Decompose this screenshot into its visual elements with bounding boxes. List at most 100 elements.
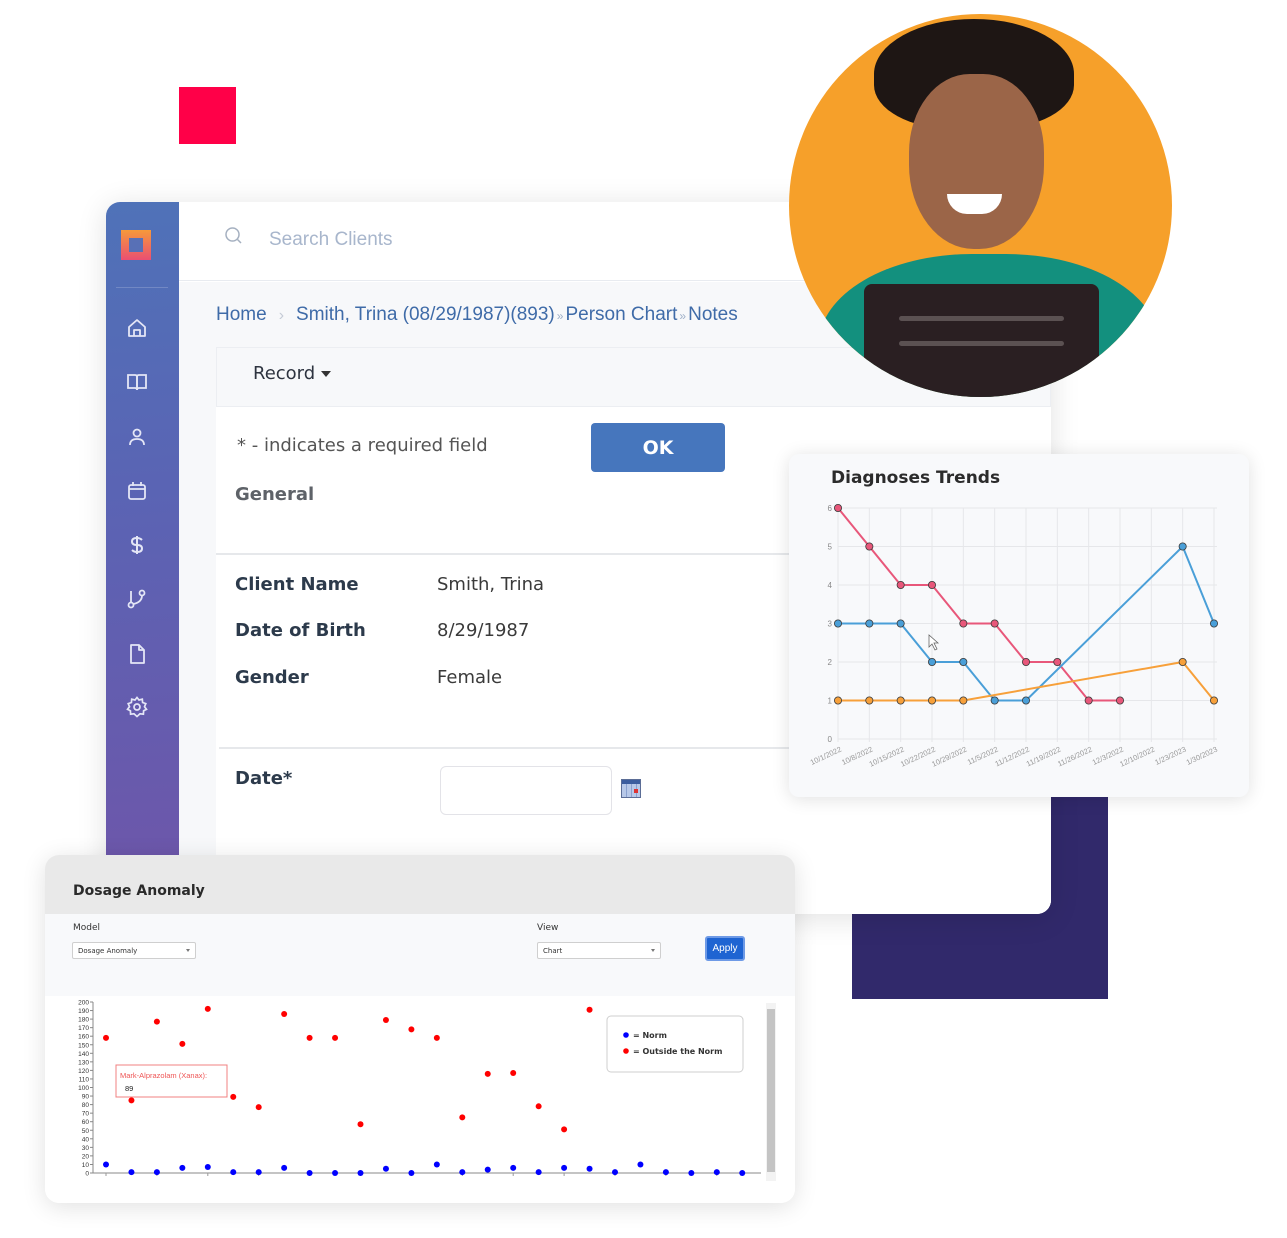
- y-tick-label: 1: [828, 697, 833, 706]
- breadcrumb-home[interactable]: Home: [216, 304, 267, 325]
- book-icon[interactable]: [125, 370, 149, 394]
- dollar-icon[interactable]: [125, 533, 149, 557]
- norm-point: [586, 1165, 593, 1172]
- record-dropdown[interactable]: Record: [253, 363, 332, 384]
- outside-norm-point: [433, 1034, 440, 1041]
- x-tick-label: 11/19/2022: [1025, 745, 1062, 769]
- data-point-orange: [959, 696, 968, 705]
- norm-point: [459, 1169, 466, 1176]
- outside-norm-point: [459, 1114, 466, 1121]
- data-point-blue: [896, 619, 905, 628]
- y-tick-label: 180: [78, 1017, 89, 1024]
- user-icon[interactable]: [125, 425, 149, 449]
- data-point-blue: [927, 657, 936, 666]
- y-tick-label: 30: [82, 1145, 90, 1152]
- home-icon[interactable]: [125, 316, 149, 340]
- series-line-pink: [837, 507, 1120, 702]
- norm-point: [382, 1165, 389, 1172]
- norm-point: [204, 1164, 211, 1171]
- date-input[interactable]: [440, 766, 612, 815]
- outside-norm-point: [408, 1026, 415, 1033]
- tablet-strap: [899, 341, 1064, 346]
- chart-scrollbar[interactable]: [766, 1003, 776, 1181]
- photo-tablet: [864, 284, 1099, 397]
- norm-point: [433, 1161, 440, 1168]
- data-point-pink: [1021, 657, 1030, 666]
- data-point-pink: [865, 542, 874, 551]
- calendar-icon[interactable]: [125, 479, 149, 503]
- decorative-red-square: [179, 87, 236, 144]
- y-tick-label: 2: [828, 658, 833, 667]
- breadcrumb-client[interactable]: Smith, Trina (08/29/1987)(893): [296, 304, 555, 325]
- record-label: Record: [253, 363, 316, 384]
- y-tick-label: 80: [82, 1102, 90, 1109]
- outside-norm-point: [153, 1018, 160, 1025]
- y-tick-label: 110: [79, 1076, 90, 1083]
- legend-box: [606, 1015, 744, 1073]
- client-name-label: Client Name: [235, 574, 359, 595]
- outside-norm-point: [128, 1097, 135, 1104]
- y-tick-label: 160: [78, 1034, 89, 1041]
- data-point-pink: [1053, 657, 1062, 666]
- norm-point: [484, 1166, 491, 1173]
- scrollbar-thumb[interactable]: [767, 1009, 775, 1172]
- norm-point: [332, 1170, 339, 1176]
- settings-icon[interactable]: [125, 695, 149, 719]
- legend-norm-label: = Norm: [633, 1031, 667, 1040]
- norm-point: [103, 1161, 109, 1168]
- y-tick-label: 20: [82, 1153, 90, 1160]
- data-point-blue: [834, 619, 843, 628]
- norm-point: [357, 1170, 364, 1176]
- norm-point: [179, 1164, 186, 1171]
- data-point-pink: [959, 619, 968, 628]
- search-input[interactable]: [269, 222, 669, 258]
- client-name-value: Smith, Trina: [437, 574, 545, 595]
- y-tick-label: 70: [82, 1111, 90, 1118]
- app-logo[interactable]: [121, 230, 151, 260]
- git-branch-icon[interactable]: [125, 587, 149, 611]
- norm-point: [408, 1170, 415, 1176]
- norm-point: [612, 1169, 618, 1176]
- norm-point: [306, 1170, 313, 1176]
- tablet-strap: [899, 316, 1064, 321]
- x-tick-label: 10/22/2022: [899, 745, 937, 769]
- y-tick-label: 40: [82, 1136, 90, 1143]
- outside-norm-point: [586, 1006, 593, 1013]
- breadcrumb-separator: »: [556, 309, 564, 323]
- data-point-orange: [1209, 696, 1218, 705]
- x-tick-label: 10/15/2022: [868, 745, 906, 769]
- breadcrumb-notes[interactable]: Notes: [688, 304, 738, 325]
- norm-point: [230, 1169, 237, 1176]
- y-tick-label: 170: [78, 1025, 89, 1032]
- norm-point: [255, 1169, 262, 1176]
- search-icon[interactable]: [224, 226, 244, 246]
- calendar-picker-icon[interactable]: [621, 779, 641, 798]
- y-tick-label: 5: [828, 543, 833, 552]
- breadcrumb-person-chart[interactable]: Person Chart: [565, 304, 677, 325]
- file-icon[interactable]: [125, 642, 149, 666]
- x-tick-label: 1/30/2023: [1185, 745, 1219, 767]
- y-tick-label: 150: [78, 1042, 89, 1049]
- y-tick-label: 6: [828, 504, 833, 513]
- x-tick-label: 1/23/2023: [1153, 745, 1187, 767]
- legend-norm-marker: [623, 1032, 629, 1038]
- outside-norm-point: [484, 1070, 491, 1077]
- outside-norm-point: [332, 1034, 339, 1041]
- section-title-general: General: [235, 484, 315, 505]
- data-point-pink: [834, 504, 843, 513]
- chevron-right-icon: ›: [278, 307, 285, 324]
- required-field-note: * - indicates a required field: [237, 435, 488, 456]
- date-label: Date*: [235, 768, 293, 789]
- legend-outside-label: = Outside the Norm: [633, 1047, 722, 1056]
- dob-label: Date of Birth: [235, 620, 366, 641]
- y-tick-label: 3: [828, 620, 833, 629]
- x-tick-label: 10/29/2022: [930, 745, 968, 769]
- y-tick-label: 4: [828, 581, 833, 590]
- norm-point: [561, 1164, 568, 1171]
- ok-button[interactable]: OK: [591, 423, 725, 472]
- tooltip-value: 89: [125, 1084, 133, 1093]
- breadcrumb: Home › Smith, Trina (08/29/1987)(893)» Pers…: [216, 304, 738, 326]
- outside-norm-point: [255, 1104, 262, 1111]
- diagnoses-trends-chart: 012345610/1/202210/8/202210/15/202210/22…: [809, 504, 1219, 769]
- norm-point: [688, 1170, 695, 1176]
